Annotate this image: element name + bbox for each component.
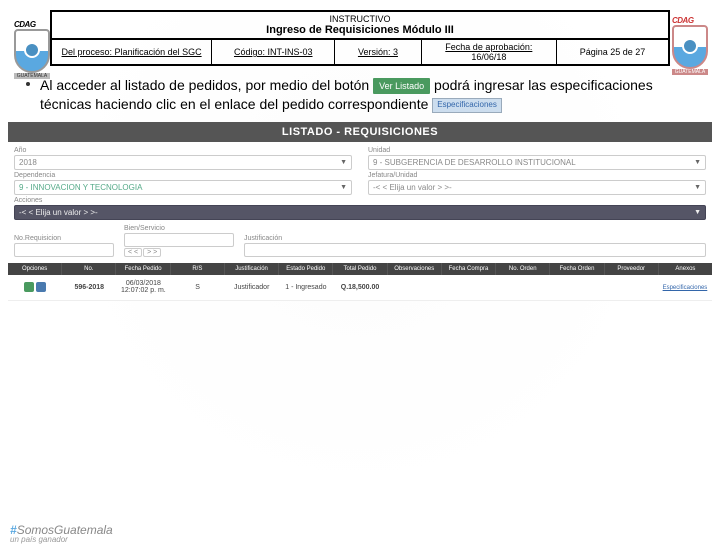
- cell-fecha: 06/03/2018 12:07:02 p. m.: [116, 278, 170, 296]
- process-cell: Del proceso: Planificación del SGC: [52, 40, 212, 64]
- chevron-down-icon: ▼: [694, 159, 701, 166]
- label-just: Justificación: [244, 235, 706, 242]
- check-icon[interactable]: [24, 282, 34, 292]
- code-cell: Código: INT-INS-03: [212, 40, 335, 64]
- input-noreq[interactable]: [14, 243, 114, 257]
- doc-subtitle: Ingreso de Requisiciones Módulo III: [52, 24, 668, 40]
- select-jefatura[interactable]: -< < Elija un valor > >-▼: [368, 180, 706, 195]
- label-noreq: No.Requisicion: [14, 235, 114, 242]
- label-jefatura: Jefatura/Unidad: [368, 172, 706, 179]
- pager: < < > >: [124, 248, 234, 257]
- label-ano: Año: [14, 147, 352, 154]
- row-actions: [8, 280, 62, 294]
- select-unidad[interactable]: 9 - SUBGERENCIA DE DESARROLLO INSTITUCIO…: [368, 155, 706, 170]
- app-screenshot: LISTADO - REQUISICIONES Año 2018▼ Unidad…: [8, 122, 712, 301]
- cell-just: Justificador: [225, 282, 279, 293]
- label-unidad: Unidad: [368, 147, 706, 154]
- label-acciones: Acciones: [14, 197, 706, 204]
- doc-type: INSTRUCTIVO: [52, 12, 668, 24]
- shield-icon: [14, 29, 50, 73]
- pager-next[interactable]: > >: [143, 248, 161, 257]
- pager-prev[interactable]: < <: [124, 248, 142, 257]
- input-just[interactable]: [244, 243, 706, 257]
- approval-cell: Fecha de aprobación: 16/06/18: [422, 40, 558, 64]
- shield-icon: [672, 25, 708, 69]
- panel-title: LISTADO - REQUISICIONES: [8, 122, 712, 142]
- input-bien[interactable]: [124, 233, 234, 247]
- logo-left: CDAG GUATEMALA: [14, 20, 50, 79]
- label-bien: Bien/Servicio: [124, 225, 234, 232]
- especificaciones-link[interactable]: Especificaciones: [663, 285, 708, 291]
- cell-no: 596-2018: [62, 282, 116, 293]
- select-acciones[interactable]: -< < Elija un valor > >-▼: [14, 205, 706, 220]
- footer-hashtag: #SomosGuatemala un país ganador: [10, 523, 113, 544]
- ver-listado-button[interactable]: Ver Listado: [373, 78, 430, 94]
- chevron-down-icon: ▼: [340, 184, 347, 191]
- document-header: INSTRUCTIVO Ingreso de Requisiciones Mód…: [50, 10, 670, 66]
- table-row: 596-2018 06/03/2018 12:07:02 p. m. S Jus…: [8, 275, 712, 301]
- bullet-icon: [26, 82, 30, 86]
- instruction-bullet: Al acceder al listado de pedidos, por me…: [40, 76, 690, 114]
- especificaciones-button[interactable]: Especificaciones: [432, 98, 502, 113]
- chevron-down-icon: ▼: [340, 159, 347, 166]
- cell-rs: S: [170, 282, 224, 293]
- cell-estado: 1 - Ingresado: [279, 282, 333, 293]
- page-cell: Página 25 de 27: [557, 40, 668, 64]
- table-header: OpcionesNo.Fecha Pedido R/SJustificación…: [8, 263, 712, 275]
- version-cell: Versión: 3: [335, 40, 421, 64]
- chevron-down-icon: ▼: [694, 184, 701, 191]
- select-ano[interactable]: 2018▼: [14, 155, 352, 170]
- select-dependencia[interactable]: 9 - INNOVACION Y TECNOLOGIA▼: [14, 180, 352, 195]
- logo-right: CDAG GUATEMALA: [672, 16, 708, 75]
- cell-total: Q.18,500.00: [333, 282, 387, 293]
- edit-icon[interactable]: [36, 282, 46, 292]
- label-dependencia: Dependencia: [14, 172, 352, 179]
- chevron-down-icon: ▼: [694, 209, 701, 216]
